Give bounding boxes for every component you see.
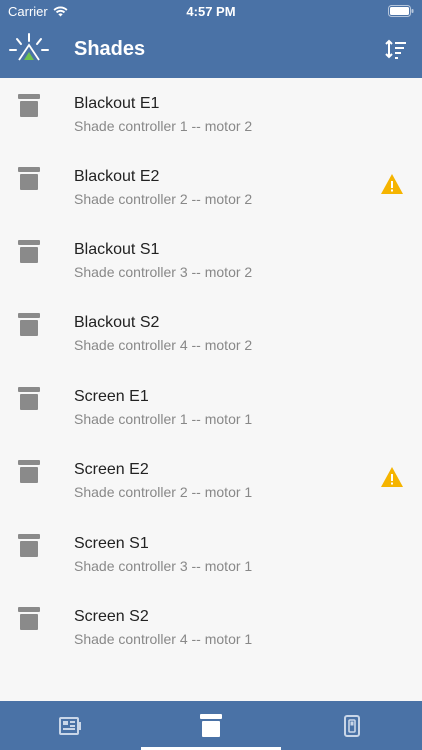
tab-dashboard[interactable] [0,701,140,750]
dashboard-icon [59,716,81,735]
page-title: Shades [74,38,146,60]
list-item[interactable]: Blackout S1 Shade controller 3 -- motor … [0,224,422,297]
shade-name: Blackout E1 [74,95,160,112]
list-item[interactable]: Blackout E2 Shade controller 2 -- motor … [0,151,422,224]
list-item[interactable]: Screen E2 Shade controller 2 -- motor 1 [0,444,422,517]
shade-detail: Shade controller 2 -- motor 1 [74,484,253,500]
status-bar: Carrier 4:57 PM [0,0,422,22]
status-time: 4:57 PM [186,4,236,19]
list-item[interactable]: Screen S2 Shade controller 4 -- motor 1 [0,591,422,664]
shade-icon [18,387,40,410]
app-logo-icon[interactable] [8,32,50,68]
shade-detail: Shade controller 4 -- motor 1 [74,631,253,647]
warning-icon[interactable] [380,173,404,195]
shade-name: Blackout S1 [74,241,160,258]
shade-icon [18,607,40,630]
shade-name: Screen E2 [74,461,149,478]
tab-switches[interactable] [282,701,422,750]
tab-bar [0,701,422,750]
list-item[interactable]: Blackout S2 Shade controller 4 -- motor … [0,297,422,370]
shade-icon [18,313,40,336]
shade-detail: Shade controller 3 -- motor 2 [74,264,253,280]
shade-detail: Shade controller 1 -- motor 1 [74,411,253,427]
shade-name: Blackout E2 [74,168,160,185]
shade-icon [18,534,40,557]
shade-icon [18,460,40,483]
app-header: Carrier 4:57 PM Shades [0,0,422,78]
list-item[interactable]: Screen S1 Shade controller 3 -- motor 1 [0,518,422,591]
shade-name: Screen S2 [74,608,149,625]
sort-icon[interactable] [384,37,408,61]
warning-icon[interactable] [380,466,404,488]
shade-icon [18,240,40,263]
switch-icon [344,714,360,737]
shade-tab-icon [200,713,222,737]
shade-detail: Shade controller 4 -- motor 2 [74,337,253,353]
shade-detail: Shade controller 3 -- motor 1 [74,558,253,574]
navigation-bar: Shades [0,22,422,78]
shade-detail: Shade controller 2 -- motor 2 [74,191,253,207]
tab-shades[interactable] [141,701,281,750]
battery-icon [388,5,414,17]
list-item[interactable]: Blackout E1 Shade controller 1 -- motor … [0,78,422,151]
shade-name: Screen E1 [74,388,149,405]
shade-name: Screen S1 [74,535,149,552]
shade-detail: Shade controller 1 -- motor 2 [74,118,253,134]
shade-icon [18,167,40,190]
shade-icon [18,94,40,117]
shade-name: Blackout S2 [74,314,160,331]
list-item[interactable]: Screen E1 Shade controller 1 -- motor 1 [0,371,422,444]
